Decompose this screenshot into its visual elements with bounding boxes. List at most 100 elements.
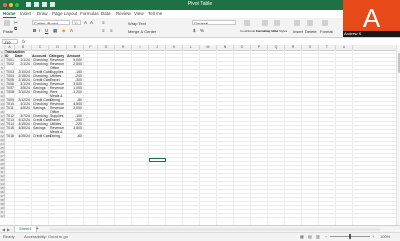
conditional-formatting-icon[interactable] — [244, 20, 250, 26]
format-cells-icon[interactable] — [322, 20, 328, 26]
vertical-scrollbar[interactable] — [396, 45, 400, 225]
insert-cells-icon[interactable] — [294, 20, 300, 26]
cell-styles-button[interactable]: Cell Styles — [273, 29, 287, 33]
underline-button[interactable]: U — [45, 28, 48, 33]
row-gridline — [5, 173, 396, 174]
column-header[interactable]: D — [49, 45, 67, 50]
column-header[interactable]: G — [98, 45, 115, 50]
accessibility-status[interactable]: Accessibility: Good to go — [24, 234, 68, 239]
font-color-icon[interactable]: A — [70, 28, 73, 33]
table-cell[interactable]: T002 — [6, 62, 14, 66]
zoom-out-icon[interactable]: − — [325, 234, 327, 239]
bold-button[interactable]: B — [33, 28, 36, 33]
insert-cells-button[interactable]: Insert — [293, 29, 303, 34]
column-header[interactable]: Q — [268, 45, 285, 50]
tab-home[interactable]: Home — [3, 11, 16, 18]
tab-view[interactable]: View — [134, 11, 144, 16]
table-cell[interactable]: Checking — [33, 90, 48, 94]
format-cells-button[interactable]: Format — [320, 29, 333, 34]
worksheet-grid[interactable]: ABCDEFGHIJKLMNOPQRSTU 1 2 3 4 5 6 7 8 9 10 11 12 13 1… — [0, 45, 396, 225]
column-header[interactable]: R — [285, 45, 302, 50]
normal-view-icon[interactable]: ▦ — [300, 234, 304, 239]
table-cell[interactable]: 4/25/24 — [15, 134, 30, 138]
row-gridline — [5, 165, 396, 166]
column-header[interactable]: O — [234, 45, 251, 50]
cut-icon[interactable]: ✂ — [14, 20, 18, 25]
table-cell[interactable]: Savings — [33, 106, 45, 110]
table-cell[interactable]: T008 — [6, 90, 14, 94]
tab-review[interactable]: Review — [116, 11, 131, 16]
column-header[interactable]: U — [336, 45, 353, 50]
paste-icon[interactable] — [4, 20, 10, 26]
tab-tell-me[interactable]: Tell me — [148, 11, 162, 16]
align-center-icon[interactable]: ≡ — [110, 28, 113, 33]
page-layout-view-icon[interactable]: ▤ — [308, 234, 312, 239]
shrink-font-icon[interactable]: A — [90, 20, 93, 25]
selected-cell[interactable] — [149, 158, 166, 162]
tab-formulas[interactable]: Formulas — [80, 11, 99, 16]
table-cell[interactable]: T016 — [6, 134, 14, 138]
table-cell[interactable]: 3/10/24 — [15, 90, 30, 94]
tab-page-layout[interactable]: Page Layout — [52, 11, 77, 16]
column-header[interactable]: J — [149, 45, 166, 50]
column-header[interactable]: T — [319, 45, 336, 50]
table-cell[interactable]: 2,000 — [67, 106, 82, 110]
delete-cells-button[interactable]: Delete — [305, 29, 317, 34]
zoom-level[interactable]: 100% — [380, 234, 390, 239]
column-header[interactable]: K — [166, 45, 183, 50]
page-break-view-icon[interactable]: ▥ — [316, 234, 320, 239]
font-name-select[interactable]: Calibri (Body) — [32, 20, 70, 25]
table-cell[interactable]: -1,200 — [67, 90, 82, 94]
row-gridline — [5, 217, 396, 218]
borders-icon[interactable]: ▦ — [53, 28, 57, 33]
column-header[interactable]: E — [67, 45, 84, 50]
name-box[interactable]: J19 — [2, 39, 18, 45]
table-cell[interactable]: Dining — [50, 134, 60, 138]
wrap-text-button[interactable]: Wrap Text — [128, 21, 146, 26]
number-format-select[interactable]: General — [192, 20, 236, 25]
column-header[interactable]: I — [132, 45, 149, 50]
table-cell[interactable]: Checking — [33, 62, 48, 66]
row-header[interactable]: 42 — [0, 214, 5, 218]
column-header[interactable]: S — [302, 45, 319, 50]
table-cell[interactable]: -60 — [67, 134, 82, 138]
italic-button[interactable]: I — [39, 28, 40, 33]
align-top-icon[interactable]: ≡ — [102, 20, 105, 25]
column-header[interactable]: L — [183, 45, 200, 50]
table-cell[interactable]: Savings — [33, 126, 45, 130]
paste-button[interactable]: Paste — [3, 29, 13, 34]
table-cell[interactable]: 4/5/24 — [15, 106, 30, 110]
font-size-select[interactable]: 11 — [72, 20, 81, 25]
currency-button[interactable]: $ — [193, 28, 196, 33]
column-header[interactable]: F — [84, 45, 98, 50]
fx-icon[interactable]: fx — [22, 39, 26, 44]
tab-data[interactable]: Data — [101, 11, 111, 16]
delete-cells-icon[interactable] — [307, 20, 313, 26]
table-cell[interactable]: T015 — [6, 126, 14, 130]
zoom-slider-knob[interactable] — [349, 234, 351, 239]
column-header[interactable]: P — [251, 45, 268, 50]
copy-icon[interactable]: ⧉ — [14, 26, 17, 31]
tab-draw[interactable]: Draw — [37, 11, 48, 16]
table-cell[interactable]: 3,500 — [67, 126, 82, 130]
table-cell[interactable]: T011 — [6, 106, 14, 110]
percent-button[interactable]: % — [200, 28, 204, 33]
table-cell[interactable]: 2,500 — [67, 62, 82, 66]
table-cell[interactable]: 4/30/24 — [15, 126, 30, 130]
format-as-table-icon[interactable] — [262, 20, 268, 26]
zoom-in-icon[interactable]: + — [372, 234, 374, 239]
grow-font-icon[interactable]: A — [84, 20, 87, 25]
fill-color-icon[interactable]: ◆ — [62, 28, 65, 33]
table-cell[interactable]: 2/1/24 — [15, 62, 30, 66]
column-header[interactable]: M — [200, 45, 217, 50]
merge-center-button[interactable]: Merge & Center — [128, 29, 156, 34]
tab-insert[interactable]: Insert — [20, 11, 31, 16]
horizontal-scrollbar[interactable] — [50, 228, 380, 231]
column-gridline — [233, 50, 234, 225]
align-left-icon[interactable]: ≡ — [102, 28, 105, 33]
column-header[interactable]: N — [217, 45, 234, 50]
table-cell[interactable]: Credit Card — [33, 134, 51, 138]
cell-styles-icon[interactable] — [274, 20, 280, 26]
column-header[interactable]: C — [32, 45, 49, 50]
column-header[interactable]: H — [115, 45, 132, 50]
